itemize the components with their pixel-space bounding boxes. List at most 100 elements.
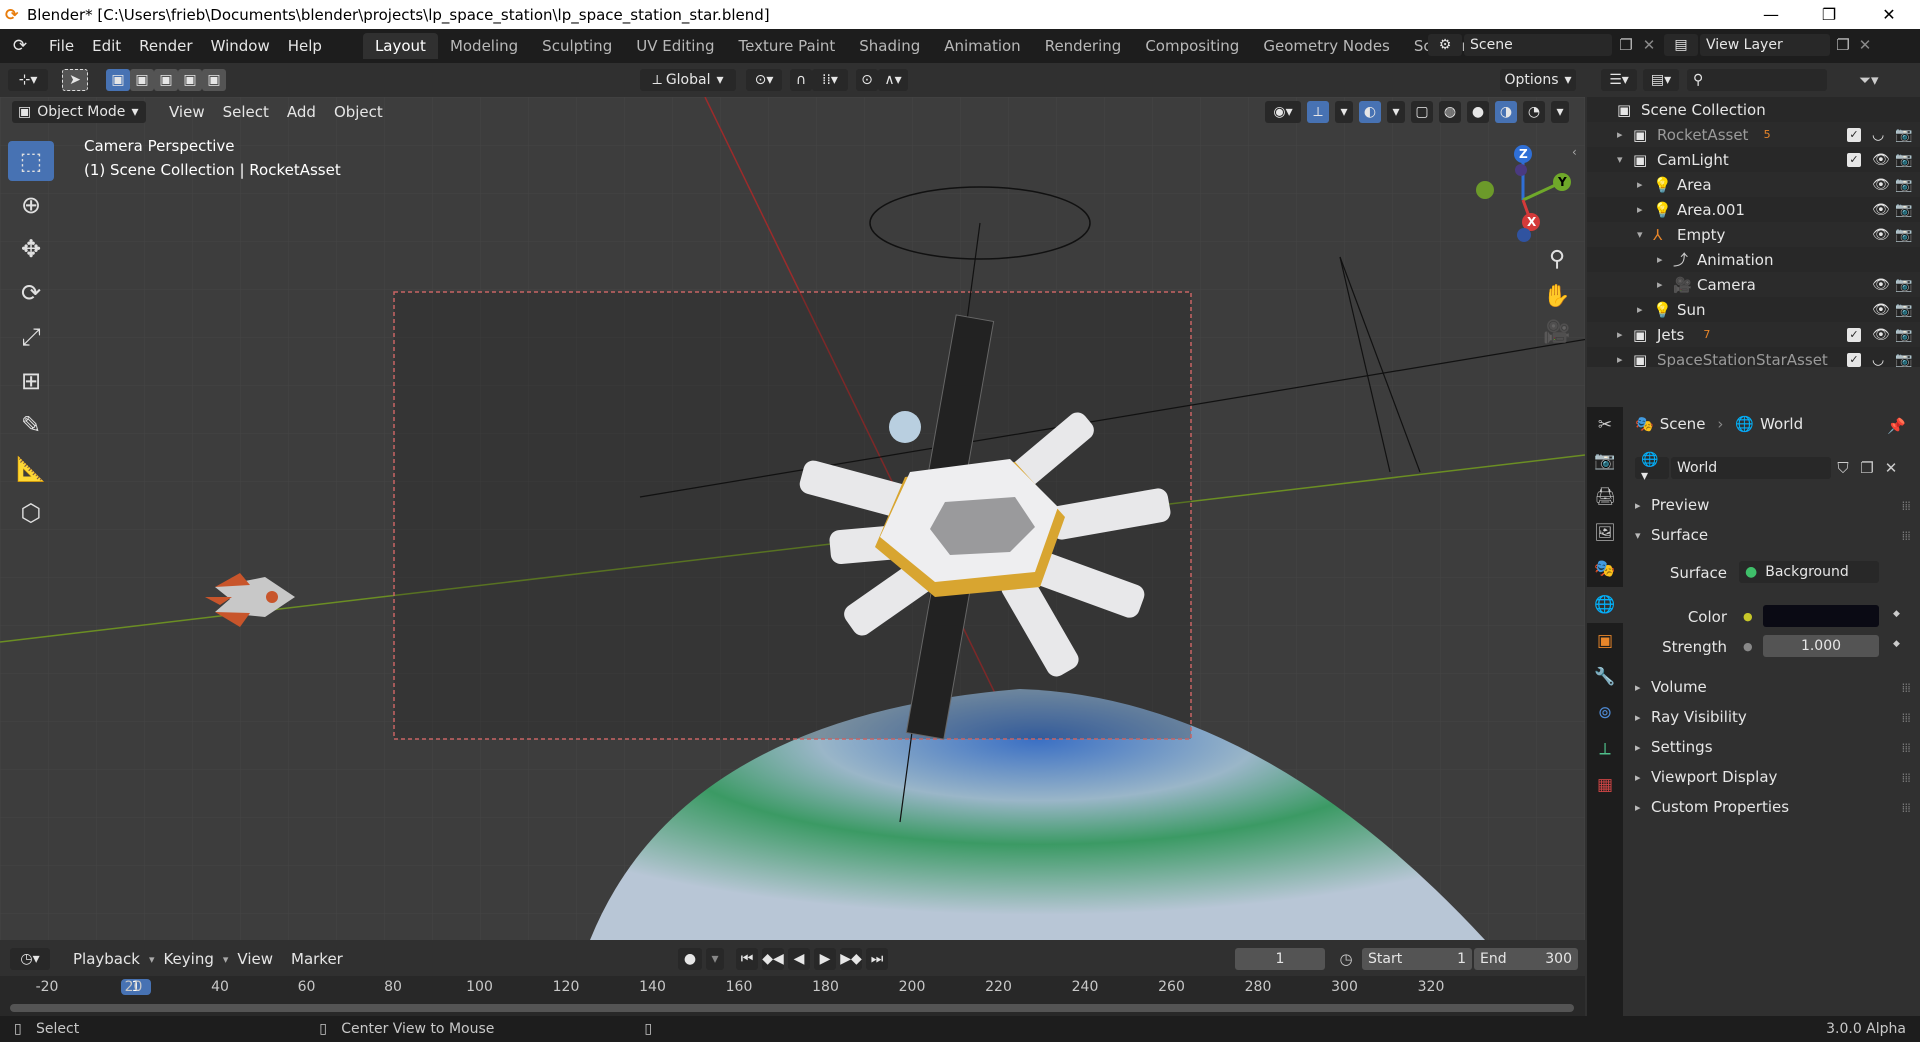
solid-shading-icon[interactable]: ● bbox=[1467, 101, 1489, 123]
menu-help[interactable]: Help bbox=[279, 37, 331, 55]
expand-toggle-icon[interactable]: ▸ bbox=[1637, 203, 1643, 216]
render-camera-icon[interactable]: 📷 bbox=[1895, 302, 1912, 318]
measure-tool-icon[interactable]: 📐 bbox=[8, 449, 54, 489]
surface-shader-field[interactable]: ● Background bbox=[1739, 561, 1879, 583]
pivot-point-icon[interactable]: ⊙▾ bbox=[746, 69, 782, 91]
eye-icon[interactable]: 👁 bbox=[1872, 302, 1890, 318]
panel-surface[interactable]: ▾ Surface bbox=[1635, 521, 1911, 549]
annotate-tool-icon[interactable]: ✎ bbox=[8, 405, 54, 445]
physics-tab-icon[interactable]: ⊚ bbox=[1587, 695, 1623, 731]
outliner-row[interactable]: ▸ 💡 Area.001 👁 📷 bbox=[1587, 197, 1920, 222]
expand-toggle-icon[interactable]: ▾ bbox=[1637, 228, 1643, 241]
tab-texture-paint[interactable]: Texture Paint bbox=[726, 33, 847, 59]
mode-dropdown[interactable]: ▣ Object Mode ▾ bbox=[12, 101, 146, 123]
overlay-toggle-icon[interactable]: ◐ bbox=[1359, 101, 1381, 123]
eye-icon[interactable]: 👁 bbox=[1872, 227, 1890, 243]
outliner-row[interactable]: ▸ 💡 Area 👁 📷 bbox=[1587, 172, 1920, 197]
viewport-menu-select[interactable]: Select bbox=[214, 103, 278, 121]
new-scene-icon[interactable]: ❐ bbox=[1612, 36, 1640, 54]
prev-keyframe-icon[interactable]: ◆◀ bbox=[762, 948, 784, 970]
timeline-menu-keying[interactable]: Keying bbox=[154, 950, 222, 968]
snap-target-icon[interactable]: ⁞⁞▾ bbox=[812, 69, 848, 91]
shading-dropdown-icon[interactable]: ▾ bbox=[1551, 101, 1569, 123]
viewport-menu-add[interactable]: Add bbox=[278, 103, 325, 121]
filter-icon[interactable]: ⏷▾ bbox=[1859, 71, 1879, 89]
select-new-icon[interactable]: ▣ bbox=[106, 69, 130, 91]
panel-preview[interactable]: ▸ Preview bbox=[1635, 491, 1911, 519]
color-keyframe-dot-icon[interactable]: ◆ bbox=[1893, 609, 1900, 619]
tab-uv-editing[interactable]: UV Editing bbox=[624, 33, 726, 59]
add-cube-tool-icon[interactable]: ⬡ bbox=[8, 493, 54, 533]
tab-sculpting[interactable]: Sculpting bbox=[530, 33, 624, 59]
panel-volume[interactable]: ▸ Volume bbox=[1635, 673, 1911, 701]
color-swatch[interactable] bbox=[1763, 605, 1879, 627]
3d-viewport[interactable]: ⬚ ⊕ ✥ ⟳ ⤢ ⊞ ✎ 📐 ⬡ ▣ Object Mode ▾ View Sel… bbox=[0, 97, 1585, 940]
expand-toggle-icon[interactable]: ▸ bbox=[1637, 178, 1643, 191]
tab-modeling[interactable]: Modeling bbox=[438, 33, 530, 59]
viewport-display-drag-handle[interactable]: ⁞⁞⁞ bbox=[1902, 771, 1912, 785]
gizmo-dropdown-icon[interactable]: ▾ bbox=[1335, 101, 1353, 123]
cursor-tool-icon[interactable]: ⊕ bbox=[8, 185, 54, 225]
scene-selector-icon[interactable]: ⚙ bbox=[1428, 34, 1462, 56]
view-layer-field[interactable]: View Layer bbox=[1700, 34, 1830, 56]
tab-geometry-nodes[interactable]: Geometry Nodes bbox=[1251, 33, 1402, 59]
outliner-row[interactable]: ▸ 💡 Sun 👁 📷 bbox=[1587, 297, 1920, 322]
strength-keyframe-dot-icon[interactable]: ◆ bbox=[1893, 639, 1900, 649]
panel-viewport-display[interactable]: ▸ Viewport Display bbox=[1635, 763, 1911, 791]
rotate-tool-icon[interactable]: ⟳ bbox=[8, 273, 54, 313]
orientation-dropdown[interactable]: ⟂ Global ▾ bbox=[640, 69, 736, 91]
timeline-menu-marker[interactable]: Marker bbox=[282, 950, 352, 968]
constraints-tab-icon[interactable]: ⟂ bbox=[1587, 731, 1623, 767]
falloff-icon[interactable]: ∧▾ bbox=[878, 69, 908, 91]
zoom-icon[interactable]: ⚲ bbox=[1540, 242, 1574, 276]
world-browse-icon[interactable]: 🌐▾ bbox=[1635, 452, 1669, 484]
new-world-icon[interactable]: ❐ bbox=[1855, 459, 1879, 477]
scene-tab-icon[interactable]: 🎭 bbox=[1587, 551, 1623, 587]
outliner-root[interactable]: ▣ Scene Collection bbox=[1587, 97, 1920, 122]
select-subtract-icon[interactable]: ▣ bbox=[154, 69, 178, 91]
outliner-row[interactable]: ▾ ⅄ Empty 👁 📷 bbox=[1587, 222, 1920, 247]
preview-range-icon[interactable]: ◷ bbox=[1335, 950, 1357, 968]
next-keyframe-icon[interactable]: ▶◆ bbox=[840, 948, 862, 970]
eye-icon[interactable]: 👁 bbox=[1872, 327, 1890, 343]
material-shading-icon[interactable]: ◑ bbox=[1495, 101, 1517, 123]
ray-visibility-drag-handle[interactable]: ⁞⁞⁞ bbox=[1902, 711, 1912, 725]
end-frame-field[interactable]: End 300 bbox=[1474, 948, 1578, 970]
start-frame-field[interactable]: Start 1 bbox=[1362, 948, 1472, 970]
proportional-editing-icon[interactable]: ⊙ bbox=[856, 69, 878, 91]
expand-toggle-icon[interactable]: ▾ bbox=[1617, 153, 1623, 166]
timeline-editor-icon[interactable]: ◷▾ bbox=[10, 948, 50, 970]
timeline-ruler[interactable]: -20 1 20 40 60 80 100 120 140 160 180 200 220 240 260 2… bbox=[0, 976, 1585, 998]
outliner-row[interactable]: ▸ ▣ Jets 7 ✓ 👁 📷 bbox=[1587, 322, 1920, 347]
tab-rendering[interactable]: Rendering bbox=[1033, 33, 1134, 59]
exclude-checkbox[interactable]: ✓ bbox=[1847, 352, 1861, 367]
editor-type-icon[interactable]: ⊹▾ bbox=[8, 69, 48, 91]
tab-layout[interactable]: Layout bbox=[362, 33, 438, 59]
outliner-row[interactable]: ▾ ▣ CamLight ✓ 👁 📷 bbox=[1587, 147, 1920, 172]
eye-icon[interactable]: 👁 bbox=[1872, 202, 1890, 218]
xray-icon[interactable]: ▢ bbox=[1411, 101, 1433, 123]
menu-file[interactable]: File bbox=[40, 37, 83, 55]
expand-toggle-icon[interactable]: ▸ bbox=[1617, 128, 1623, 141]
maximize-button[interactable]: ❐ bbox=[1806, 0, 1852, 29]
settings-drag-handle[interactable]: ⁞⁞⁞ bbox=[1902, 741, 1912, 755]
delete-scene-icon[interactable]: ✕ bbox=[1640, 36, 1658, 54]
timeline-scrollbar[interactable] bbox=[10, 1004, 1574, 1012]
panel-custom-properties[interactable]: ▸ Custom Properties bbox=[1635, 793, 1911, 821]
camera-view-icon[interactable]: 🎥 bbox=[1540, 315, 1574, 349]
play-icon[interactable]: ▶ bbox=[814, 948, 836, 970]
tab-compositing[interactable]: Compositing bbox=[1133, 33, 1251, 59]
outliner-row[interactable]: ▸ 🎥 Camera 👁 📷 bbox=[1587, 272, 1920, 297]
timeline-menu-view[interactable]: View bbox=[228, 950, 282, 968]
select-box-tool-icon[interactable]: ⬚ bbox=[8, 141, 54, 181]
wireframe-shading-icon[interactable]: ◍ bbox=[1439, 101, 1461, 123]
render-camera-icon[interactable]: 📷 bbox=[1895, 202, 1912, 218]
tab-animation[interactable]: Animation bbox=[932, 33, 1032, 59]
pin-icon[interactable]: 📌 bbox=[1887, 417, 1906, 435]
custom-properties-drag-handle[interactable]: ⁞⁞⁞ bbox=[1902, 801, 1912, 815]
outliner-row[interactable]: ▸ ▣ RocketAsset 5 ✓ ◡ 📷 bbox=[1587, 122, 1920, 147]
minimize-button[interactable]: — bbox=[1748, 0, 1794, 29]
outliner-row[interactable]: ▸ ⤴ Animation bbox=[1587, 247, 1920, 272]
options-dropdown[interactable]: Options ▾ bbox=[1500, 69, 1576, 91]
expand-toggle-icon[interactable]: ▸ bbox=[1637, 303, 1643, 316]
